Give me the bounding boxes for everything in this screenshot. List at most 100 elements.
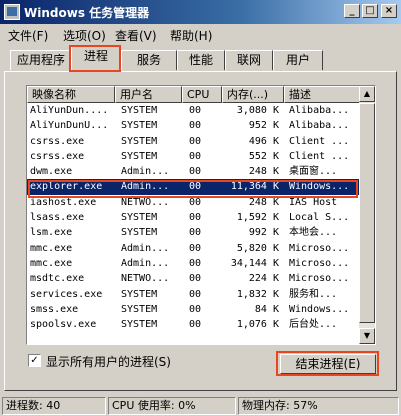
cell-mem: 1,076 K xyxy=(236,319,279,331)
table-row[interactable]: AliYunDunU... SYSTEM 00 952 K Alibaba... xyxy=(27,118,361,133)
cell-desc: Microso... xyxy=(289,242,350,254)
cell-mem: 5,820 K xyxy=(236,242,279,254)
cell-desc: 后台处... xyxy=(289,319,338,331)
cell-mem: 1,832 K xyxy=(236,288,279,300)
minimize-button[interactable]: _ xyxy=(344,4,360,18)
menu-view[interactable]: 查看(V) xyxy=(115,27,157,44)
vertical-scrollbar[interactable]: ▲ ▼ xyxy=(359,86,375,344)
cell-user: SYSTEM xyxy=(121,120,158,132)
cell-cpu: 00 xyxy=(189,150,202,162)
table-row[interactable]: spoolsv.exe SYSTEM 00 1,076 K 后台处... xyxy=(27,317,361,332)
active-tab-highlight xyxy=(69,45,121,72)
cell-desc: Alibaba... xyxy=(289,120,350,132)
cell-name: lsm.exe xyxy=(30,227,73,239)
cell-cpu: 00 xyxy=(189,273,202,285)
cell-user: SYSTEM xyxy=(121,105,158,116)
table-row[interactable]: smss.exe SYSTEM 00 84 K Windows... xyxy=(27,302,361,317)
cell-desc: Local S... xyxy=(289,212,350,224)
status-memory-usage: 物理内存: 57% xyxy=(238,397,399,415)
cell-mem: 224 K xyxy=(248,273,279,285)
cell-user: SYSTEM xyxy=(121,303,158,315)
menu-options[interactable]: 选项(O) xyxy=(63,27,106,44)
tab-users[interactable]: 用户 xyxy=(273,50,323,70)
cell-desc: 本地会... xyxy=(289,227,338,239)
close-button[interactable]: × xyxy=(381,4,397,18)
column-cpu[interactable]: CPU xyxy=(182,86,222,103)
cell-user: SYSTEM xyxy=(121,227,158,239)
cell-cpu: 00 xyxy=(189,227,202,239)
scroll-down-icon[interactable]: ▼ xyxy=(359,328,375,344)
status-bar: 进程数: 40 CPU 使用率: 0% 物理内存: 57% xyxy=(0,396,401,416)
show-all-users-label[interactable]: 显示所有用户的进程(S) xyxy=(46,353,171,370)
scroll-thumb[interactable] xyxy=(359,103,375,323)
table-row[interactable]: msdtc.exe NETWO... 00 224 K Microso... xyxy=(27,271,361,286)
cell-mem: 3,080 K xyxy=(236,105,279,116)
table-row[interactable]: mmc.exe Admin... 00 34,144 K Microso... xyxy=(27,256,361,271)
process-list-header: 映像名称 用户名 CPU 内存(...) 描述 xyxy=(27,86,375,103)
process-rows: AliYunDun.... SYSTEM 00 3,080 K Alibaba... Al… xyxy=(27,103,361,332)
cell-desc: Client ... xyxy=(289,135,350,147)
tab-strip: 应用程序 进程 服务 性能 联网 用户 xyxy=(0,46,401,72)
cell-desc: Microso... xyxy=(289,273,350,285)
task-manager-icon xyxy=(4,4,20,20)
cell-desc: Microso... xyxy=(289,257,350,269)
menu-help[interactable]: 帮助(H) xyxy=(170,27,212,44)
cell-desc: Alibaba... xyxy=(289,105,350,116)
column-image-name[interactable]: 映像名称 xyxy=(27,86,115,103)
end-process-highlight xyxy=(276,351,379,376)
status-cpu-usage: CPU 使用率: 0% xyxy=(108,397,236,415)
process-list[interactable]: 映像名称 用户名 CPU 内存(...) 描述 AliYunDun.... SYS… xyxy=(26,85,376,345)
cell-name: csrss.exe xyxy=(30,135,85,147)
cell-desc: 服务和... xyxy=(289,288,338,300)
table-row[interactable]: mmc.exe Admin... 00 5,820 K Microso... xyxy=(27,241,361,256)
table-row[interactable]: csrss.exe SYSTEM 00 496 K Client ... xyxy=(27,134,361,149)
maximize-button[interactable]: □ xyxy=(362,4,378,18)
table-row[interactable]: lsass.exe SYSTEM 00 1,592 K Local S... xyxy=(27,210,361,225)
column-user-name[interactable]: 用户名 xyxy=(115,86,182,103)
column-description[interactable]: 描述 xyxy=(284,86,361,103)
cell-name: spoolsv.exe xyxy=(30,319,97,331)
table-row[interactable]: lsm.exe SYSTEM 00 992 K 本地会... xyxy=(27,225,361,240)
cell-mem: 992 K xyxy=(248,227,279,239)
cell-cpu: 00 xyxy=(189,135,202,147)
cell-cpu: 00 xyxy=(189,288,202,300)
tab-applications[interactable]: 应用程序 xyxy=(10,50,72,70)
cell-mem: 84 K xyxy=(254,303,279,315)
cell-user: Admin... xyxy=(121,257,170,269)
menu-file[interactable]: 文件(F) xyxy=(8,27,48,44)
cell-mem: 248 K xyxy=(248,166,279,178)
table-row[interactable]: services.exe SYSTEM 00 1,832 K 服务和... xyxy=(27,287,361,302)
cell-desc: Client ... xyxy=(289,150,350,162)
cell-mem: 34,144 K xyxy=(230,257,279,269)
cell-desc: 桌面窗... xyxy=(289,166,338,178)
cell-mem: 1,592 K xyxy=(236,212,279,224)
cell-name: smss.exe xyxy=(30,303,79,315)
cell-name: mmc.exe xyxy=(30,242,73,254)
cell-cpu: 00 xyxy=(189,120,202,132)
table-row[interactable]: dwm.exe Admin... 00 248 K 桌面窗... xyxy=(27,164,361,179)
cell-cpu: 00 xyxy=(189,212,202,224)
column-memory[interactable]: 内存(...) xyxy=(222,86,284,103)
cell-cpu: 00 xyxy=(189,319,202,331)
tab-networking[interactable]: 联网 xyxy=(225,50,273,70)
cell-name: AliYunDun.... xyxy=(30,105,109,116)
table-row[interactable]: AliYunDun.... SYSTEM 00 3,080 K Alibaba... xyxy=(27,103,361,118)
tab-performance[interactable]: 性能 xyxy=(177,50,225,70)
cell-name: mmc.exe xyxy=(30,257,73,269)
cell-user: Admin... xyxy=(121,242,170,254)
cell-user: Admin... xyxy=(121,166,170,178)
title-bar: Windows 任务管理器 _ □ × xyxy=(0,0,401,24)
cell-mem: 552 K xyxy=(248,150,279,162)
cell-mem: 496 K xyxy=(248,135,279,147)
cell-user: SYSTEM xyxy=(121,319,158,331)
cell-user: SYSTEM xyxy=(121,288,158,300)
cell-name: services.exe xyxy=(30,288,103,300)
cell-cpu: 00 xyxy=(189,242,202,254)
show-all-users-checkbox[interactable]: ✓ xyxy=(28,354,41,367)
scroll-up-icon[interactable]: ▲ xyxy=(359,86,375,102)
table-row[interactable]: csrss.exe SYSTEM 00 552 K Client ... xyxy=(27,149,361,164)
cell-cpu: 00 xyxy=(189,257,202,269)
tab-services[interactable]: 服务 xyxy=(121,50,177,70)
cell-mem: 952 K xyxy=(248,120,279,132)
selected-row-highlight xyxy=(28,180,358,198)
